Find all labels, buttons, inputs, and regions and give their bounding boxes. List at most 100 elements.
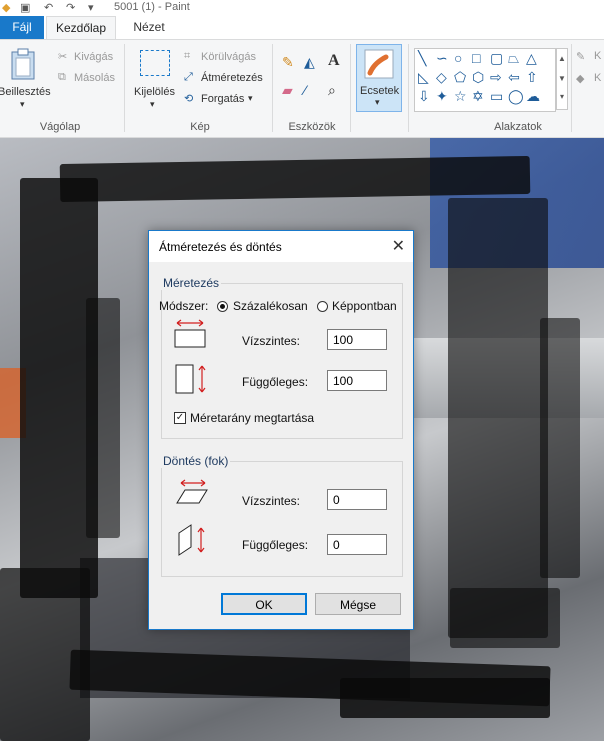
- outline-icon[interactable]: ✎: [576, 50, 585, 63]
- right-triangle-shape-icon[interactable]: ◺: [418, 70, 429, 84]
- rectangle-shape-icon[interactable]: □: [472, 51, 480, 65]
- quick-access-dropdown-icon[interactable]: ▾: [88, 1, 94, 14]
- resize-section-title: Méretezés: [161, 276, 222, 290]
- color-picker-icon[interactable]: ⁄: [304, 82, 306, 98]
- callout-cloud-shape-icon[interactable]: ☁: [526, 89, 540, 103]
- horizontal-label: Vízszintes:: [242, 334, 301, 348]
- skew-horizontal-label: Vízszintes:: [242, 494, 301, 508]
- magnifier-icon[interactable]: ⌕: [328, 82, 336, 99]
- checkbox-check-icon: ✓: [174, 412, 186, 424]
- title-bar: ◆ ▣ ↶ ↷ ▾ 5001 (1) - Paint: [0, 0, 604, 16]
- keep-ratio-checkbox[interactable]: ✓ Méretarány megtartása: [174, 411, 344, 427]
- vertical-label: Függőleges:: [242, 375, 309, 389]
- callout-oval-shape-icon[interactable]: ◯: [508, 89, 524, 103]
- keep-ratio-label: Méretarány megtartása: [190, 411, 315, 425]
- ink-stroke: [86, 298, 120, 538]
- vertical-resize-icon: [175, 364, 206, 394]
- tab-home[interactable]: Kezdőlap: [46, 16, 116, 39]
- horizontal-skew-icon: [176, 479, 208, 504]
- text-tool-icon[interactable]: A: [328, 52, 340, 70]
- pencil-icon[interactable]: ✎: [282, 54, 294, 71]
- callout-rect-shape-icon[interactable]: ▭: [490, 89, 503, 103]
- undo-icon[interactable]: ↶: [44, 1, 53, 14]
- paste-button[interactable]: Beillesztés ▾: [0, 46, 51, 112]
- group-label-shapes: Alakzatok: [494, 121, 542, 133]
- brushes-button[interactable]: Ecsetek ▾: [356, 44, 402, 112]
- scroll-up-icon[interactable]: ▲: [557, 49, 567, 69]
- dialog-titlebar: Átméretezés és döntés ✕: [149, 231, 413, 262]
- copy-button[interactable]: ⧉ Másolás: [58, 71, 118, 87]
- brush-icon: [364, 49, 394, 79]
- cancel-button[interactable]: Mégse: [315, 593, 401, 615]
- rotate-button[interactable]: ⟲ Forgatás ▾: [184, 92, 264, 108]
- tab-file[interactable]: Fájl: [0, 16, 44, 39]
- rotate-dropdown-icon: ▾: [248, 93, 253, 103]
- fill-bucket-icon[interactable]: ◭: [304, 54, 315, 71]
- eraser-icon[interactable]: ▰: [282, 82, 293, 99]
- crop-icon: ⌗: [184, 50, 191, 62]
- pentagon-shape-icon[interactable]: ⬠: [454, 70, 466, 84]
- resize-icon: ⤢: [184, 71, 193, 83]
- radio-indicator: [217, 301, 228, 312]
- radio-indicator: [317, 301, 328, 312]
- horizontal-input[interactable]: [327, 329, 387, 350]
- skew-horizontal-input[interactable]: [327, 489, 387, 510]
- crop-button[interactable]: ⌗ Körülvágás: [184, 50, 264, 66]
- save-icon[interactable]: ▣: [20, 1, 30, 14]
- arrow-down-shape-icon[interactable]: ⇩: [418, 89, 430, 103]
- polygon-shape-icon[interactable]: ⏢: [508, 51, 519, 65]
- tab-view[interactable]: Nézet: [124, 16, 174, 39]
- resize-skew-dialog: Átméretezés és döntés ✕ Méretezés Módsze…: [148, 230, 414, 630]
- triangle-shape-icon[interactable]: △: [526, 51, 537, 65]
- method-pixels-label: Képpontban: [332, 299, 397, 313]
- oval-shape-icon[interactable]: ○: [454, 51, 462, 65]
- dialog-title: Átméretezés és döntés: [159, 240, 282, 254]
- ribbon-separator: [272, 44, 273, 132]
- close-icon[interactable]: ✕: [392, 236, 405, 256]
- rotate-label: Forgatás: [201, 93, 245, 105]
- line-shape-icon[interactable]: ╲: [418, 51, 426, 65]
- star4-shape-icon[interactable]: ✦: [436, 89, 448, 103]
- scroll-down-icon[interactable]: ▼: [557, 69, 567, 89]
- ribbon-separator: [350, 44, 351, 132]
- diamond-shape-icon[interactable]: ◇: [436, 70, 447, 84]
- star6-shape-icon[interactable]: ✡: [472, 89, 484, 103]
- ink-stroke: [448, 198, 548, 638]
- scroll-more-icon[interactable]: ▾: [557, 89, 567, 105]
- method-pixels-radio[interactable]: Képpontban: [317, 299, 403, 315]
- method-percent-label: Százalékosan: [233, 299, 308, 313]
- cut-button[interactable]: ✂ Kivágás: [58, 50, 118, 66]
- redo-icon[interactable]: ↷: [66, 1, 75, 14]
- group-label-tools: Eszközök: [288, 121, 336, 133]
- scissors-icon: ✂: [58, 51, 68, 63]
- shapes-scroll[interactable]: ▲ ▼ ▾: [556, 48, 568, 110]
- rounded-rectangle-shape-icon[interactable]: ▢: [490, 51, 503, 65]
- paste-label: Beillesztés: [0, 86, 51, 98]
- ribbon-separator: [124, 44, 125, 132]
- hexagon-shape-icon[interactable]: ⬡: [472, 70, 484, 84]
- ribbon-separator: [408, 44, 409, 132]
- ribbon-separator: [571, 44, 572, 132]
- select-label: Kijelölés: [134, 86, 175, 98]
- arrow-left-shape-icon[interactable]: ⇦: [508, 70, 520, 84]
- arrow-up-shape-icon[interactable]: ⇧: [526, 70, 538, 84]
- select-button[interactable]: Kijelölés ▾: [130, 46, 178, 112]
- arrow-right-shape-icon[interactable]: ⇨: [490, 70, 502, 84]
- select-dropdown-icon: ▾: [150, 99, 155, 109]
- group-label-image: Kép: [190, 121, 210, 133]
- resize-button[interactable]: ⤢ Átméretezés: [184, 71, 268, 87]
- curve-shape-icon[interactable]: ∽: [436, 51, 448, 65]
- ok-button[interactable]: OK: [221, 593, 307, 615]
- shapes-gallery[interactable]: ╲ ∽ ○ □ ▢ ⏢ △ ◺ ◇ ⬠ ⬡ ⇨ ⇦ ⇧ ⇩ ✦ ☆ ✡ ▭ ◯ …: [414, 48, 556, 112]
- vertical-input[interactable]: [327, 370, 387, 391]
- resize-label: Átméretezés: [201, 72, 263, 84]
- fill-icon[interactable]: ◆: [576, 72, 584, 85]
- ribbon: Beillesztés ▾ ✂ Kivágás ⧉ Másolás Vágóla…: [0, 39, 604, 138]
- method-percent-radio[interactable]: Százalékosan: [217, 299, 308, 315]
- star5-shape-icon[interactable]: ☆: [454, 89, 467, 103]
- paint-app-icon: ◆: [2, 2, 11, 14]
- skew-vertical-input[interactable]: [327, 534, 387, 555]
- ribbon-tabs: Fájl Kezdőlap Nézet: [0, 16, 604, 39]
- crop-label: Körülvágás: [201, 51, 257, 63]
- brushes-label: Ecsetek: [360, 85, 400, 97]
